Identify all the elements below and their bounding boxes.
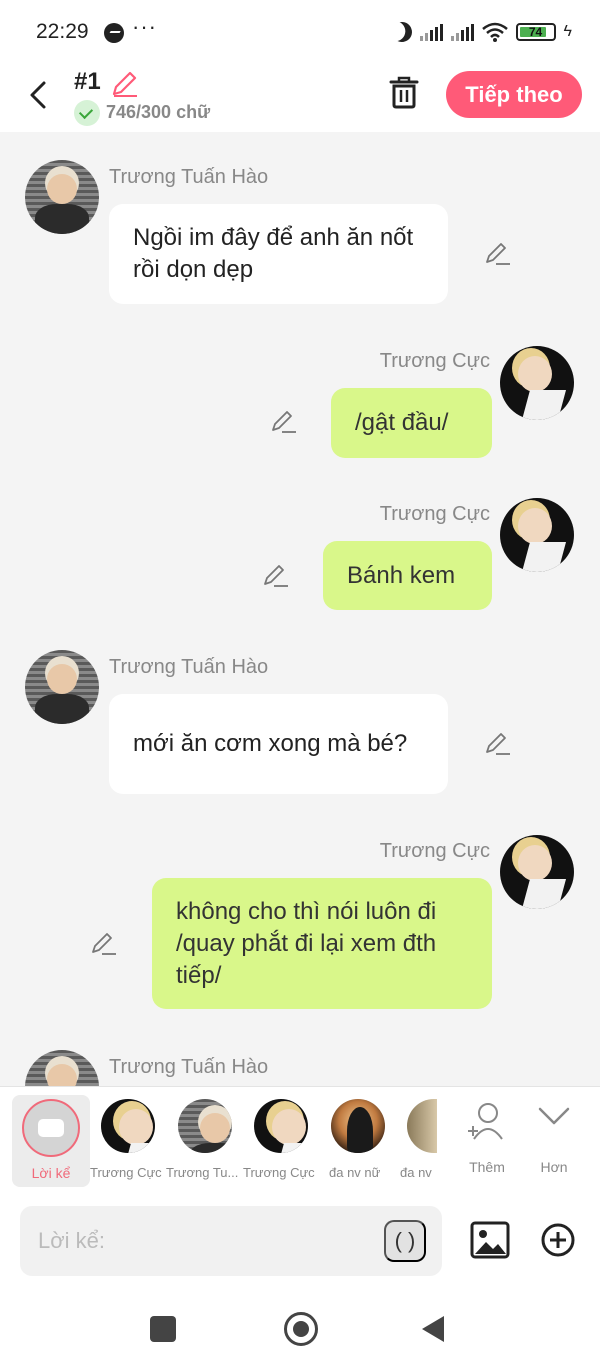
speaker-name: Trương Tuấn Hào [109, 166, 269, 188]
message-text: Ngồi im đây để anh ăn nốt rồi dọn dẹp [133, 224, 414, 283]
word-count: 746/300 chữ [106, 102, 211, 122]
more-label: Hơn [540, 1159, 568, 1175]
speaker-name: Trương Tuấn Hào [109, 656, 269, 678]
narration-icon [22, 1099, 80, 1157]
battery-level: 74 [528, 25, 543, 39]
edit-message-icon[interactable] [90, 930, 118, 958]
speaker-name: Trương Cực [379, 840, 490, 862]
status-time: 22:29 [36, 20, 89, 43]
avatar-truong-cuc[interactable] [500, 346, 574, 420]
signal-icon-2 [450, 23, 474, 41]
pencil-icon[interactable] [110, 68, 140, 98]
avatar-truong-tuan-hao[interactable] [25, 650, 99, 724]
character-avatar[interactable] [331, 1099, 385, 1153]
avatar-truong-cuc[interactable] [500, 835, 574, 909]
narration-input[interactable]: Lời kể: ( ) [20, 1206, 442, 1276]
chat-editor-screen: 22:29 ··· 74 ϟ #1 746/300 chữ Tiếp theo … [0, 0, 600, 1367]
message-text: không cho thì nói luôn đi /quay phắt đi … [176, 897, 437, 989]
trash-icon[interactable] [388, 74, 420, 110]
message-text: Bánh kem [347, 561, 456, 589]
recent-apps-icon[interactable] [150, 1316, 176, 1342]
character-picker: Lời kể Trương Cực Trương Tu... Trương Cự… [0, 1086, 600, 1196]
status-icons: 74 ϟ [392, 18, 572, 46]
input-placeholder: Lời kể: [38, 1228, 106, 1253]
more-notifications-icon: ··· [132, 14, 157, 39]
battery-icon: 74 [515, 23, 556, 41]
charging-icon: ϟ [563, 23, 572, 40]
narrator-option[interactable]: Lời kể [12, 1095, 90, 1187]
edit-message-icon[interactable] [262, 562, 290, 590]
status-bar: 22:29 ··· 74 ϟ [0, 0, 600, 62]
parenthesis-button[interactable]: ( ) [384, 1220, 426, 1262]
character-avatar[interactable] [101, 1099, 155, 1153]
character-avatar[interactable] [178, 1099, 232, 1153]
character-label: Trương Tu... [166, 1165, 239, 1180]
character-label: đa nv nữ [329, 1165, 381, 1180]
character-avatar[interactable] [254, 1099, 308, 1153]
wifi-icon [481, 22, 508, 42]
speaker-name: Trương Cực [379, 350, 490, 372]
edit-message-icon[interactable] [484, 730, 512, 758]
message-text: /gật đầu/ [355, 409, 449, 436]
avatar-truong-cuc[interactable] [500, 498, 574, 572]
message-bubble[interactable]: Ngồi im đây để anh ăn nốt rồi dọn dẹp [109, 204, 448, 304]
system-nav-bar [0, 1288, 600, 1367]
message-bubble[interactable]: mới ăn cơm xong mà bé? [109, 694, 448, 794]
input-bar: Lời kể: ( ) [0, 1196, 600, 1288]
narrator-label: Lời kể [31, 1165, 71, 1181]
character-label: Trương Cực [243, 1165, 315, 1180]
add-label: Thêm [469, 1159, 505, 1175]
add-character-button[interactable]: Thêm [462, 1101, 512, 1181]
edit-message-icon[interactable] [270, 408, 298, 436]
next-button[interactable]: Tiếp theo [446, 71, 582, 118]
chapter-title: #1 [74, 68, 101, 95]
message-bubble[interactable]: /gật đầu/ [331, 388, 492, 458]
speaker-name: Trương Tuấn Hào [109, 1056, 269, 1078]
character-label: đa nv [400, 1165, 432, 1180]
character-avatar[interactable] [407, 1099, 437, 1153]
signal-icon [419, 23, 443, 41]
character-label: Trương Cực [90, 1165, 162, 1180]
back-icon[interactable] [422, 1316, 444, 1342]
message-text: mới ăn cơm xong mà bé? [133, 730, 408, 757]
edit-message-icon[interactable] [484, 240, 512, 268]
home-icon[interactable] [284, 1312, 318, 1346]
check-icon [74, 100, 100, 126]
back-arrow-icon[interactable] [26, 80, 50, 110]
chevron-down-icon [538, 1107, 570, 1125]
add-person-icon [468, 1103, 503, 1140]
speaker-name: Trương Cực [379, 503, 490, 525]
image-icon[interactable] [470, 1220, 510, 1260]
plus-circle-icon[interactable] [540, 1222, 576, 1258]
header: #1 746/300 chữ Tiếp theo [0, 62, 600, 132]
avatar-truong-tuan-hao[interactable] [25, 160, 99, 234]
message-bubble[interactable]: không cho thì nói luôn đi /quay phắt đi … [152, 878, 492, 1009]
more-button[interactable]: Hơn [532, 1101, 576, 1181]
messenger-icon [104, 23, 124, 43]
message-bubble[interactable]: Bánh kem [323, 541, 492, 610]
moon-icon [389, 19, 415, 45]
